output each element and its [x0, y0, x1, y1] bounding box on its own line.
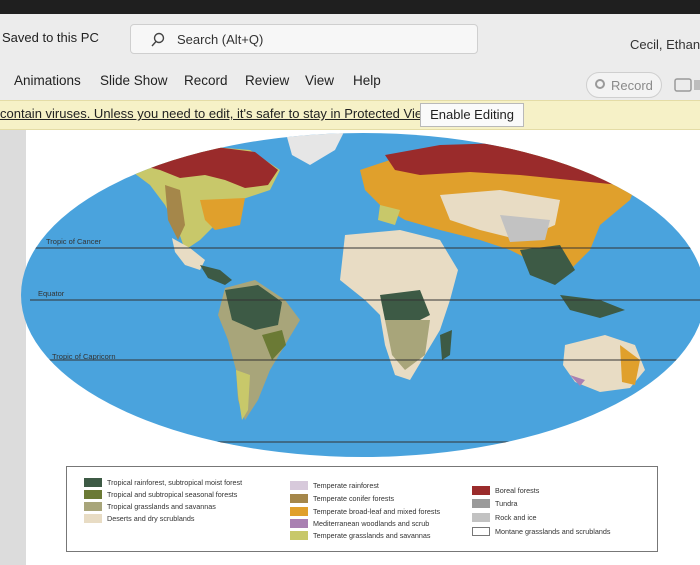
legend-swatch — [84, 514, 102, 523]
legend-label: Temperate conifer forests — [313, 494, 395, 503]
os-top-bar — [0, 0, 700, 14]
legend-label: Tropical and subtropical seasonal forest… — [107, 490, 238, 499]
legend-label: Tundra — [495, 499, 518, 508]
legend-swatch — [472, 513, 490, 522]
legend-swatch — [472, 486, 490, 495]
tab-slide-show[interactable]: Slide Show — [100, 73, 168, 88]
legend-label: Deserts and dry scrublands — [107, 514, 195, 523]
tropic-of-capricorn-label: Tropic of Capricorn — [52, 352, 116, 361]
legend-label: Temperate grasslands and savannas — [313, 531, 431, 540]
legend-label: Tropical grasslands and savannas — [107, 502, 216, 511]
legend-swatch — [290, 507, 308, 516]
legend-swatch — [84, 478, 102, 487]
search-box[interactable]: Search (Alt+Q) — [130, 24, 478, 54]
protected-view-message: contain viruses. Unless you need to edit… — [0, 106, 435, 121]
tropic-of-cancer-label: Tropic of Cancer — [46, 237, 102, 246]
equator-label: Equator — [38, 289, 65, 298]
tab-view[interactable]: View — [305, 73, 334, 88]
world-biome-map — [21, 133, 700, 457]
legend-swatch — [290, 519, 308, 528]
legend-label: Temperate rainforest — [313, 481, 379, 490]
legend-label: Temperate broad-leaf and mixed forests — [313, 507, 441, 516]
legend-swatch — [84, 490, 102, 499]
tab-record[interactable]: Record — [184, 73, 228, 88]
legend-label: Boreal forests — [495, 486, 540, 495]
legend-swatch — [290, 494, 308, 503]
search-icon — [151, 32, 165, 47]
legend-label: Montane grasslands and scrublands — [495, 527, 611, 536]
tab-animations[interactable]: Animations — [14, 73, 81, 88]
enable-editing-button[interactable]: Enable Editing — [420, 103, 524, 127]
record-icon — [595, 79, 605, 89]
save-status[interactable]: Saved to this PC — [2, 30, 99, 45]
user-name[interactable]: Cecil, Ethan C — [630, 37, 700, 52]
record-button[interactable]: Record — [586, 72, 662, 98]
legend-label: Rock and ice — [495, 513, 537, 522]
legend-label: Tropical rainforest, subtropical moist f… — [107, 478, 243, 487]
legend-swatch — [472, 499, 490, 508]
legend-label: Mediterranean woodlands and scrub — [313, 519, 430, 528]
legend-swatch — [84, 502, 102, 511]
tab-review[interactable]: Review — [245, 73, 289, 88]
camera-icon[interactable] — [672, 74, 700, 96]
tab-help[interactable]: Help — [353, 73, 381, 88]
search-label: Search (Alt+Q) — [177, 32, 264, 47]
legend-swatch — [290, 481, 308, 490]
record-button-label: Record — [611, 78, 653, 93]
legend-swatch — [472, 527, 490, 536]
legend-swatch — [290, 531, 308, 540]
